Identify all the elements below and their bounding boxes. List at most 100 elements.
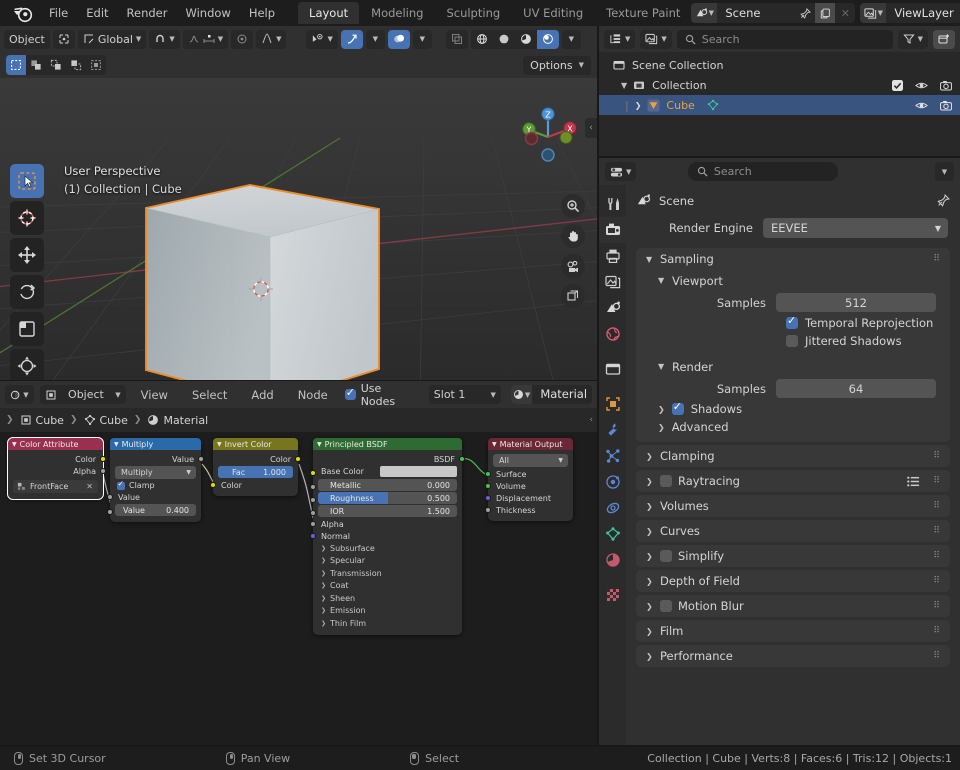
socket-color-out[interactable]	[100, 456, 106, 462]
panel-grip[interactable]: ⠿	[933, 501, 941, 511]
node-output-bsdf[interactable]: BSDF	[313, 453, 465, 465]
tool-tweak-select[interactable]	[10, 164, 44, 198]
section-coat[interactable]: ❯ Coat	[313, 580, 462, 593]
shadows-checkbox[interactable]	[671, 400, 684, 415]
fac-field[interactable]: Fac 1.000	[218, 466, 293, 478]
row-shadows[interactable]: ❯ Shadows	[636, 400, 950, 418]
chevron-right-icon[interactable]: ❯	[646, 577, 654, 586]
clamp-checkbox[interactable]	[117, 479, 125, 490]
node-output-color[interactable]: Color	[213, 453, 301, 465]
tab-object[interactable]	[599, 391, 626, 417]
viewlayer-icon[interactable]: ▼	[860, 3, 887, 23]
shader-type-dropdown[interactable]: Object ▼	[39, 385, 126, 404]
panel-grip[interactable]: ⠿	[933, 476, 941, 486]
panel-grip[interactable]: ⠿	[933, 626, 941, 636]
chevron-right-icon[interactable]: ❯	[646, 477, 654, 486]
socket-roughness[interactable]	[310, 497, 316, 503]
shading-mode-segment[interactable]	[470, 29, 559, 49]
node-header[interactable]: ▼ Invert Color	[213, 438, 298, 450]
panel-volumes[interactable]: ❯ Volumes ⠿	[636, 495, 950, 517]
visibility-dropdown[interactable]: ▼	[306, 29, 338, 49]
tab-tool[interactable]	[599, 191, 626, 217]
section-subsurface[interactable]: ❯ Subsurface	[313, 542, 462, 555]
chevron-right-icon[interactable]: ❯	[658, 423, 665, 432]
input-metallic[interactable]: Metallic 0.000	[310, 479, 462, 491]
panel-header[interactable]: ▼ Sampling ⠿	[636, 248, 950, 270]
panel-header[interactable]: ❯ Clamping ⠿	[636, 445, 950, 467]
node-principled-bsdf[interactable]: ▼ Principled BSDF BSDF Base Color Metall…	[310, 438, 465, 635]
blender-logo-icon[interactable]	[12, 3, 34, 23]
select-new-button[interactable]	[6, 55, 26, 75]
scene-name[interactable]: Scene	[717, 3, 795, 23]
node-header[interactable]: ▼ Color Attribute	[8, 438, 103, 450]
outliner-filter-button[interactable]: ▼	[897, 29, 928, 49]
panel-sampling[interactable]: ▼ Sampling ⠿ ▼ Viewport Samples 512 ✓ Te…	[636, 248, 950, 442]
menu-edit[interactable]: Edit	[77, 3, 117, 23]
node-header[interactable]: ▼ Material Output	[488, 438, 573, 450]
tab-view-layer[interactable]	[599, 269, 626, 295]
row-jittered-shadows[interactable]: Jittered Shadows	[636, 332, 950, 350]
tool-cursor[interactable]	[10, 201, 44, 235]
panel-header[interactable]: ❯ Film ⠿	[636, 620, 950, 642]
select-intersect-button[interactable]	[86, 55, 106, 75]
shader-menu-add[interactable]: Add	[242, 385, 282, 405]
camera-render-icon[interactable]	[940, 80, 952, 91]
node-input-value-2[interactable]: Value 0.400	[107, 504, 201, 516]
clear-attribute-icon[interactable]: ✕	[86, 482, 93, 491]
pan-hand-icon[interactable]	[561, 224, 585, 248]
select-mode-segment[interactable]	[6, 55, 106, 75]
tab-texture[interactable]	[599, 582, 626, 608]
panel-header[interactable]: ❯ Volumes ⠿	[636, 495, 950, 517]
breadcrumb-object-label[interactable]: Cube	[36, 414, 64, 427]
tab-uv-editing[interactable]: UV Editing	[512, 2, 594, 24]
chevron-right-icon[interactable]: ❯	[658, 405, 665, 414]
chevron-right-icon[interactable]: ❯	[646, 502, 654, 511]
viewport-canvas[interactable]: User Perspective (1) Collection | Cube Z…	[0, 78, 597, 380]
outliner-row-collection[interactable]: ▼ Collection	[599, 75, 960, 95]
zoom-icon[interactable]	[561, 194, 585, 218]
temporal-reprojection-checkbox[interactable]	[786, 314, 798, 329]
editor-mode-dropdown[interactable]: Object	[4, 29, 50, 49]
tab-collection[interactable]	[599, 356, 626, 382]
row-advanced[interactable]: ❯ Advanced	[636, 418, 950, 436]
raytracing-checkbox[interactable]	[660, 475, 672, 487]
viewport-sidebar-tab[interactable]: ‹	[585, 118, 597, 138]
panel-motion-blur[interactable]: ❯ Motion Blur ⠿	[636, 595, 950, 617]
shading-solid-button[interactable]	[493, 30, 515, 49]
render-samples-field[interactable]: 64	[776, 379, 936, 398]
subpanel-viewport-header[interactable]: ▼ Viewport	[636, 270, 950, 291]
properties-editor-type-button[interactable]: ▼	[605, 162, 637, 181]
shader-sidebar-tab[interactable]: ‹	[589, 415, 593, 425]
socket-volume[interactable]	[485, 483, 491, 489]
xray-toggle-button[interactable]	[445, 29, 468, 49]
tab-layout[interactable]: Layout	[298, 2, 360, 24]
row-viewport-samples[interactable]: Samples 512	[636, 291, 950, 314]
socket-displacement[interactable]	[485, 495, 491, 501]
panel-film[interactable]: ❯ Film ⠿	[636, 620, 950, 642]
operation-dropdown[interactable]: Multiply ▼	[115, 466, 196, 479]
checkbox-icon[interactable]	[892, 79, 903, 91]
panel-grip[interactable]: ⠿	[933, 254, 941, 264]
panel-grip[interactable]: ⠿	[933, 526, 941, 536]
scene-icon[interactable]: ▼	[691, 3, 718, 23]
jittered-shadows-checkbox[interactable]	[786, 335, 798, 347]
input-volume[interactable]: Volume	[485, 480, 573, 492]
chevron-right-icon[interactable]: ❯	[646, 527, 654, 536]
panel-header[interactable]: ❯ Simplify ⠿	[636, 545, 950, 567]
viewlayer-name[interactable]: ViewLayer	[886, 3, 960, 23]
material-icon[interactable]: ▼	[510, 385, 533, 404]
ior-field[interactable]: IOR 1.500	[318, 505, 457, 517]
socket-color-in[interactable]	[210, 482, 216, 488]
value-field[interactable]: Value 0.400	[115, 504, 196, 516]
shading-material-button[interactable]	[515, 30, 537, 49]
node-material-output[interactable]: ▼ Material Output All ▼ Surface Volume D…	[485, 438, 573, 521]
outliner[interactable]: ▼ ▼ Search ▼ Scene Collection ▼ Collecti…	[599, 26, 960, 156]
tab-scene[interactable]	[599, 295, 626, 321]
socket-surface[interactable]	[485, 471, 491, 477]
socket-metallic[interactable]	[310, 484, 316, 490]
tab-sculpting[interactable]: Sculpting	[435, 2, 511, 24]
socket-base-color[interactable]	[310, 470, 316, 476]
breadcrumb-material-label[interactable]: Material	[163, 414, 208, 427]
camera-render-icon[interactable]	[940, 100, 952, 111]
new-scene-icon[interactable]	[815, 3, 836, 23]
